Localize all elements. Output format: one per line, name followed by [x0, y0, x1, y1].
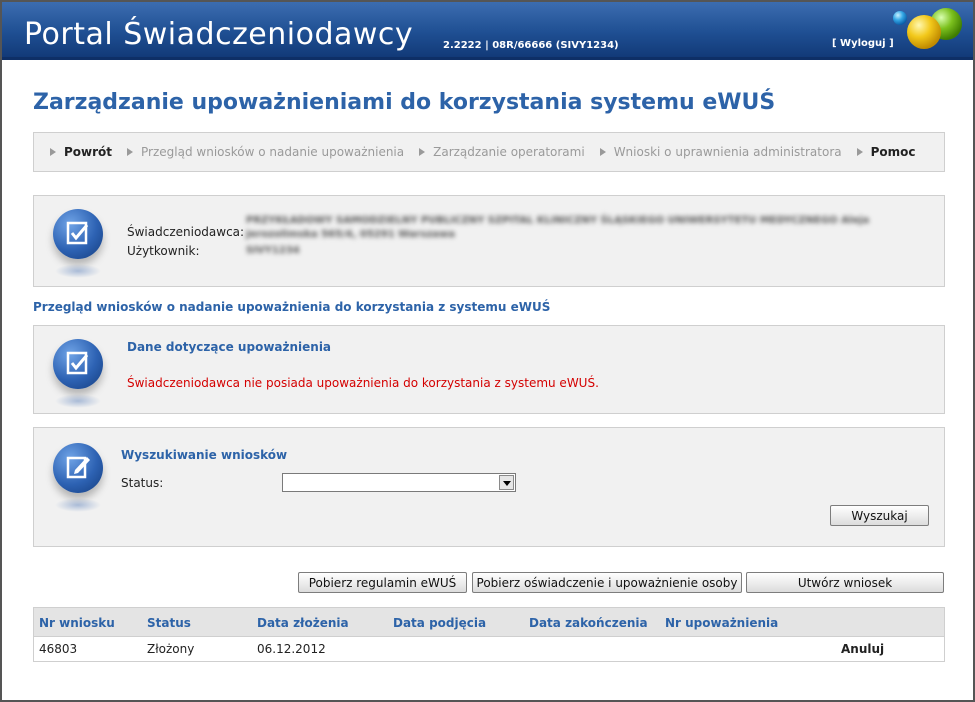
table-header: Nr wniosku Status Data złożenia Data pod… — [34, 608, 944, 637]
portal-header: Portal Świadczeniodawcy 2.2222 | 08R/666… — [2, 2, 973, 60]
nav-admin-requests[interactable]: Wnioski o uprawnienia administratora — [599, 145, 842, 159]
col-finished: Data zakończenia — [529, 616, 648, 630]
status-label: Status: — [121, 476, 164, 490]
status-select[interactable] — [282, 473, 516, 492]
nav-help[interactable]: Pomoc — [856, 145, 916, 159]
nav-label: Pomoc — [870, 145, 916, 159]
checklist-icon — [53, 209, 103, 259]
page-title: Zarządzanie upoważnieniami do korzystani… — [33, 90, 776, 115]
portal-logo-icon — [893, 8, 962, 49]
provider-value: PRZYKŁADOWY SAMODZIELNY PUBLICZNY SZPITA… — [246, 215, 870, 240]
cell-status: Złożony — [147, 642, 195, 656]
version-info: 2.2222 | 08R/66666 (SIVY1234) — [443, 40, 619, 51]
arrow-right-icon — [127, 148, 134, 156]
nav-applications-review[interactable]: Przegląd wniosków o nadanie upoważnienia — [127, 145, 404, 159]
search-heading: Wyszukiwanie wniosków — [121, 448, 288, 462]
create-application-button[interactable]: Utwórz wniosek — [746, 572, 944, 593]
arrow-right-icon — [599, 148, 606, 156]
logout-link[interactable]: [ Wyloguj ] — [832, 38, 894, 49]
icon-reflection — [55, 264, 101, 278]
authorization-panel: Dane dotyczące upoważnienia Świadczeniod… — [33, 325, 945, 414]
authorization-heading: Dane dotyczące upoważnienia — [127, 340, 332, 354]
applications-table: Nr wniosku Status Data złożenia Data pod… — [33, 607, 945, 662]
user-value: SIVY1234 — [246, 245, 300, 256]
provider-label: Świadczeniodawca: — [127, 225, 245, 239]
breadcrumb-nav: Powrót Przegląd wniosków o nadanie upowa… — [33, 132, 945, 172]
arrow-right-icon — [856, 148, 863, 156]
nav-label: Wnioski o uprawnienia administratora — [613, 145, 842, 159]
chevron-down-icon[interactable] — [499, 475, 514, 490]
checklist-icon — [53, 339, 103, 389]
col-started: Data podjęcia — [393, 616, 487, 630]
cell-number: 46803 — [39, 642, 78, 656]
section-heading: Przegląd wniosków o nadanie upoważnienia… — [33, 300, 551, 314]
nav-label: Powrót — [64, 145, 113, 159]
download-rules-button[interactable]: Pobierz regulamin eWUŚ — [298, 572, 467, 593]
cancel-application-link[interactable]: Anuluj — [841, 642, 884, 656]
user-info-panel: Świadczeniodawca: PRZYKŁADOWY SAMODZIELN… — [33, 195, 945, 287]
cell-submitted: 06.12.2012 — [257, 642, 326, 656]
col-number: Nr wniosku — [39, 616, 115, 630]
col-submitted: Data złożenia — [257, 616, 349, 630]
icon-reflection — [55, 394, 101, 408]
edit-document-icon — [53, 443, 103, 493]
nav-label: Przegląd wniosków o nadanie upoważnienia — [141, 145, 405, 159]
download-statement-button[interactable]: Pobierz oświadczenie i upoważnienie osob… — [472, 572, 742, 593]
user-label: Użytkownik: — [127, 244, 200, 258]
icon-reflection — [55, 498, 101, 512]
authorization-error: Świadczeniodawca nie posiada upoważnieni… — [127, 376, 599, 390]
arrow-right-icon — [419, 148, 426, 156]
nav-back[interactable]: Powrót — [50, 145, 112, 159]
col-status: Status — [147, 616, 191, 630]
search-button[interactable]: Wyszukaj — [830, 505, 929, 526]
portal-title: Portal Świadczeniodawcy — [24, 17, 414, 52]
nav-label: Zarządzanie operatorami — [433, 145, 585, 159]
app-window: Portal Świadczeniodawcy 2.2222 | 08R/666… — [0, 0, 975, 702]
col-auth-no: Nr upoważnienia — [665, 616, 779, 630]
arrow-right-icon — [50, 148, 56, 156]
nav-operators[interactable]: Zarządzanie operatorami — [419, 145, 585, 159]
table-row: 46803 Złożony 06.12.2012 Anuluj — [34, 637, 944, 661]
